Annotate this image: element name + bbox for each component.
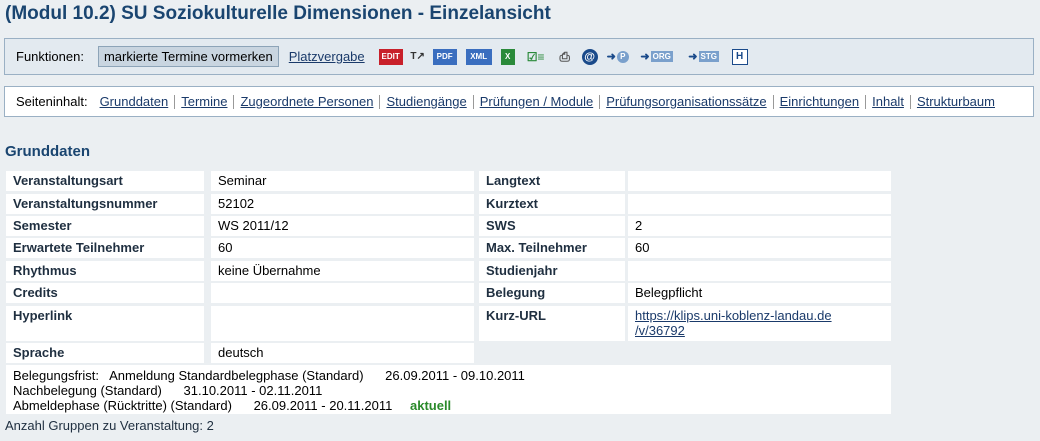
nav-einrichtungen[interactable]: Einrichtungen — [780, 94, 860, 109]
excel-icon[interactable]: X — [500, 48, 515, 65]
nav-separator — [472, 94, 474, 109]
text-tools-icon[interactable]: T↗ — [410, 49, 425, 65]
field-value: 60 — [628, 238, 891, 258]
pdf-icon[interactable]: PDF — [432, 48, 457, 65]
section-title-grunddaten: Grunddaten — [5, 143, 90, 160]
table-row: Semester WS 2011/12 SWS 2 — [6, 216, 891, 236]
nav-grunddaten[interactable]: Grunddaten — [100, 94, 169, 109]
field-label: Studienjahr — [479, 261, 625, 281]
table-row: Sprache deutsch — [6, 343, 891, 363]
field-value: deutsch — [211, 343, 474, 363]
table-row: Rhythmus keine Übernahme Studienjahr — [6, 261, 891, 281]
phase-range: 26.09.2011 - 20.11.2011 — [253, 398, 393, 413]
field-value: WS 2011/12 — [211, 216, 474, 236]
phase-name: Anmeldung Standardbelegphase (Standard) — [109, 368, 364, 383]
table-row: Credits Belegung Belegpflicht — [6, 283, 891, 303]
field-value: 52102 — [211, 194, 474, 214]
mark-appointments-button[interactable]: markierte Termine vormerken — [97, 46, 279, 67]
kurz-url-cell: https://klips.uni-koblenz-landau.de/v/36… — [628, 306, 891, 341]
nav-pruefungen-module[interactable]: Prüfungen / Module — [480, 94, 593, 109]
field-value: Belegpflicht — [628, 283, 891, 303]
field-label: Sprache — [6, 343, 204, 363]
field-value — [211, 306, 474, 341]
edit-icon[interactable]: EDIT — [378, 48, 403, 65]
field-label: Kurztext — [479, 194, 625, 214]
nav-studiengaenge[interactable]: Studiengänge — [386, 94, 466, 109]
field-label: Semester — [6, 216, 204, 236]
nav-pruefungsorganisationssaetze[interactable]: Prüfungsorganisationssätze — [606, 94, 766, 109]
field-value: keine Übernahme — [211, 261, 474, 281]
nav-termine[interactable]: Termine — [181, 94, 227, 109]
belegung-line: Nachbelegung (Standard) 31.10.2011 - 02.… — [13, 383, 891, 398]
belegung-line: Belegungsfrist: Anmeldung Standardbelegp… — [13, 368, 891, 383]
belegungsfrist-box: Belegungsfrist: Anmeldung Standardbelegp… — [6, 365, 891, 414]
field-value: 2 — [628, 216, 891, 236]
field-value — [628, 171, 891, 191]
phase-name: Abmeldephase (Rücktritte) (Standard) — [13, 398, 232, 413]
nav-separator — [772, 94, 774, 109]
person-link-icon[interactable]: ➜ P — [607, 49, 629, 65]
phase-range: 26.09.2011 - 09.10.2011 — [385, 368, 525, 383]
nav-strukturbaum[interactable]: Strukturbaum — [917, 94, 995, 109]
field-label: Max. Teilnehmer — [479, 238, 625, 258]
phase-range: 31.10.2011 - 02.11.2011 — [183, 383, 323, 398]
help-icon[interactable]: H — [731, 48, 748, 65]
nav-label: Seiteninhalt: — [16, 94, 88, 109]
group-count-text: Anzahl Gruppen zu Veranstaltung: 2 — [5, 418, 214, 433]
nav-zugeordnete-personen[interactable]: Zugeordnete Personen — [240, 94, 373, 109]
nav-separator — [379, 94, 381, 109]
field-label: Rhythmus — [6, 261, 204, 281]
nav-separator — [174, 94, 176, 109]
field-label: Langtext — [479, 171, 625, 191]
xml-icon[interactable]: XML — [465, 48, 492, 65]
field-value — [628, 261, 891, 281]
print-icon[interactable]: ⎙ — [557, 49, 573, 65]
field-label: Veranstaltungsnummer — [6, 194, 204, 214]
belegung-line: Abmeldephase (Rücktritte) (Standard) 26.… — [13, 398, 891, 413]
phase-name: Nachbelegung (Standard) — [13, 383, 162, 398]
field-label: Belegung — [479, 283, 625, 303]
nav-inhalt[interactable]: Inhalt — [872, 94, 904, 109]
kurz-url-link[interactable]: https://klips.uni-koblenz-landau.de/v/36… — [635, 308, 832, 338]
table-row: Hyperlink Kurz-URL https://klips.uni-kob… — [6, 306, 891, 341]
email-icon[interactable]: @ — [581, 48, 598, 65]
org-link-icon[interactable]: ➜ ORG — [638, 49, 676, 65]
table-row: Erwartete Teilnehmer 60 Max. Teilnehmer … — [6, 238, 891, 258]
page-content-nav: Seiteninhalt: Grunddaten Termine Zugeord… — [4, 86, 1034, 117]
field-label: Erwartete Teilnehmer — [6, 238, 204, 258]
nav-separator — [233, 94, 235, 109]
stg-link-icon[interactable]: ➜ STG — [685, 49, 723, 65]
functions-toolbar: Funktionen: markierte Termine vormerken … — [4, 38, 1034, 75]
platzvergabe-link[interactable]: Platzvergabe — [289, 49, 365, 64]
status-badge: aktuell — [409, 398, 452, 413]
field-value: Seminar — [211, 171, 474, 191]
table-row: Veranstaltungsart Seminar Langtext — [6, 171, 891, 191]
kurz-url-line1: https://klips.uni-koblenz-landau.de — [635, 308, 832, 323]
kurz-url-line2: /v/36792 — [635, 323, 685, 338]
field-value — [628, 194, 891, 214]
table-row: Veranstaltungsnummer 52102 Kurztext — [6, 194, 891, 214]
field-label: Hyperlink — [6, 306, 204, 341]
field-value: 60 — [211, 238, 474, 258]
nav-separator — [865, 94, 867, 109]
functions-label: Funktionen: — [16, 49, 84, 64]
field-label: Credits — [6, 283, 204, 303]
field-label: Kurz-URL — [479, 306, 625, 341]
field-value — [211, 283, 474, 303]
field-label: Veranstaltungsart — [6, 171, 204, 191]
nav-separator — [909, 94, 911, 109]
page-title: (Modul 10.2) SU Soziokulturelle Dimensio… — [5, 3, 551, 24]
nav-separator — [599, 94, 601, 109]
field-label: SWS — [479, 216, 625, 236]
belegungsfrist-label: Belegungsfrist: — [13, 368, 99, 383]
checklist-icon[interactable]: ☑≡ — [524, 49, 548, 65]
